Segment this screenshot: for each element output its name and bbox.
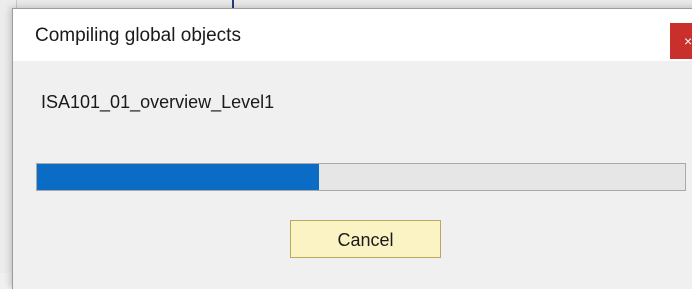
progress-fill bbox=[37, 164, 319, 190]
close-button[interactable]: × bbox=[670, 23, 692, 59]
current-object-name: ISA101_01_overview_Level1 bbox=[41, 92, 275, 112]
compile-dialog: Compiling global objects × ISA101_01_ove… bbox=[12, 8, 692, 289]
compile-progress-bar bbox=[36, 163, 686, 191]
dialog-title: Compiling global objects bbox=[35, 25, 241, 46]
cancel-button[interactable]: Cancel bbox=[290, 220, 441, 258]
close-icon: × bbox=[684, 33, 692, 49]
dialog-titlebar: Compiling global objects bbox=[13, 9, 692, 61]
